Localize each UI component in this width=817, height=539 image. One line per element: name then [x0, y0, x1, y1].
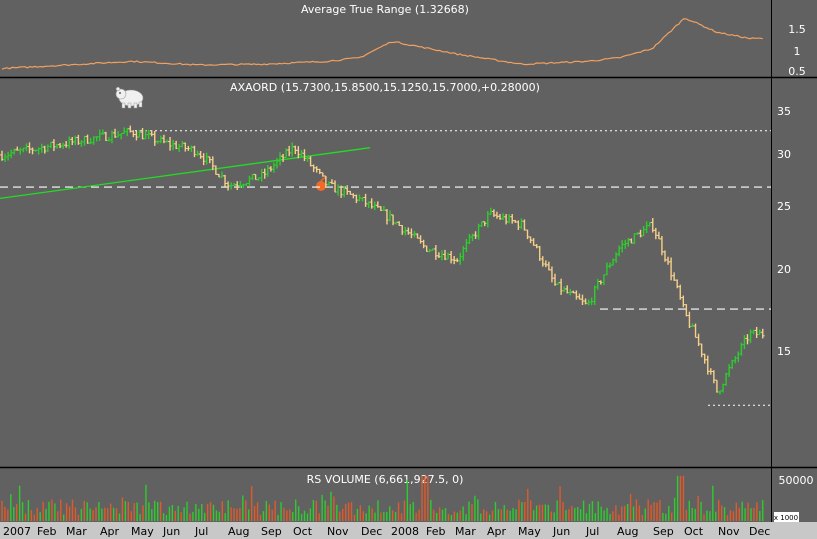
x-tick-label: May — [131, 525, 154, 538]
y-axis-strip — [771, 0, 817, 522]
x-tick-label: 2008 — [391, 525, 419, 538]
price-y-tick: 20 — [777, 263, 791, 276]
atr-title: Average True Range (1.32668) — [301, 3, 469, 16]
x-tick-label: Nov — [718, 525, 740, 538]
x-tick-label: Sep — [653, 525, 674, 538]
x-tick-label: Sep — [261, 525, 282, 538]
stock-chart: Average True Range (1.32668) AXAORD (15.… — [0, 0, 817, 539]
x-tick-label: Apr — [100, 525, 120, 538]
atr-y-tick: 0.5 — [788, 65, 806, 78]
volume-title: RS VOLUME (6,661,927.5, 0) — [307, 473, 464, 486]
x-tick-label: Feb — [37, 525, 56, 538]
volume-unit-label: x 1000 — [774, 514, 798, 522]
x-tick-label: Feb — [426, 525, 445, 538]
x-tick-label: May — [518, 525, 541, 538]
price-y-tick: 30 — [777, 148, 791, 161]
x-tick-label: Jun — [162, 525, 180, 538]
x-tick-label: Oct — [293, 525, 313, 538]
x-tick-label: Nov — [327, 525, 349, 538]
x-tick-label: 2007 — [3, 525, 31, 538]
x-tick-label: Mar — [66, 525, 87, 538]
x-tick-label: Jun — [552, 525, 570, 538]
atr-y-tick: 1.5 — [788, 23, 806, 36]
x-tick-label: Dec — [749, 525, 770, 538]
x-tick-label: Apr — [487, 525, 507, 538]
price-y-tick: 15 — [777, 345, 791, 358]
x-tick-label: Jul — [585, 525, 599, 538]
x-tick-label: Jul — [194, 525, 208, 538]
price-y-tick: 35 — [777, 105, 791, 118]
x-tick-label: Aug — [228, 525, 249, 538]
x-tick-label: Mar — [455, 525, 476, 538]
price-y-tick: 25 — [777, 200, 791, 213]
x-tick-label: Oct — [684, 525, 704, 538]
volume-y-tick: 50000 — [779, 474, 814, 487]
price-title: AXAORD (15.7300,15.8500,15.1250,15.7000,… — [230, 81, 540, 94]
x-tick-label: Dec — [361, 525, 382, 538]
atr-y-tick: 1 — [794, 45, 801, 58]
x-tick-label: Aug — [617, 525, 638, 538]
